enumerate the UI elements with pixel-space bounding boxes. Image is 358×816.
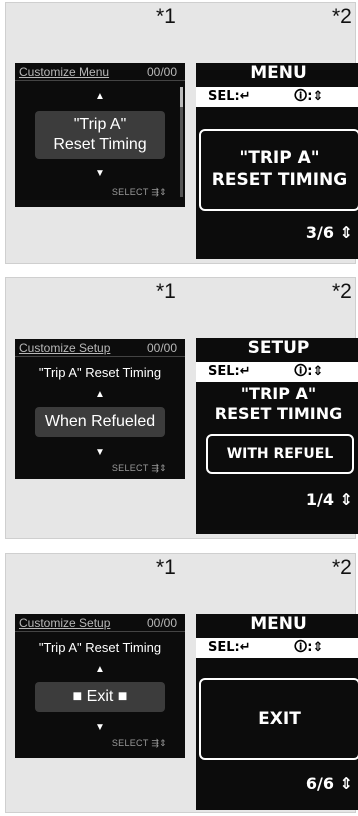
down-arrow-icon: ▼ bbox=[95, 168, 105, 179]
screen-1-header: Customize Setup 00/00 bbox=[15, 614, 185, 632]
screen-1: Customize Setup 00/00 "Trip A" Reset Tim… bbox=[15, 614, 185, 758]
sel-label: SEL:↵ bbox=[208, 89, 251, 104]
sel-label: SEL:↵ bbox=[208, 364, 251, 379]
select-dial-icon: ⇶⇕ bbox=[151, 738, 167, 748]
header-title: Customize Menu bbox=[19, 65, 110, 79]
select-dial-icon: ⇶⇕ bbox=[151, 187, 167, 197]
setting-subtitle: "Trip A" Reset Timing bbox=[38, 640, 162, 655]
sel-bar: SEL:↵ 🛈:⇕ bbox=[196, 638, 358, 658]
up-arrow-icon: ▲ bbox=[95, 389, 105, 400]
screen-2: MENU SEL:↵ 🛈:⇕ EXIT 6/6 ⇕ bbox=[196, 614, 358, 810]
select-hint: SELECT ⇶⇕ bbox=[112, 463, 167, 474]
down-arrow-icon: ▼ bbox=[95, 722, 105, 733]
select-label: SELECT bbox=[111, 738, 149, 748]
marker-1: *1 bbox=[156, 5, 176, 28]
up-arrow-icon: ▲ bbox=[95, 91, 105, 102]
screen-2: MENU SEL:↵ 🛈:⇕ "TRIP A" RESET TIMING 3/6… bbox=[196, 63, 358, 259]
sel-label: SEL:↵ bbox=[208, 640, 251, 655]
sel-bar: SEL:↵ 🛈:⇕ bbox=[196, 87, 358, 107]
select-label: SELECT bbox=[111, 463, 149, 473]
scrollbar[interactable] bbox=[180, 87, 183, 197]
panel-3: *1 *2 Customize Setup 00/00 "Trip A" Res… bbox=[5, 553, 358, 813]
page-indicator: 1/4 ⇕ bbox=[305, 490, 353, 509]
header-count: 00/00 bbox=[146, 616, 177, 630]
screen-1-header: Customize Setup 00/00 bbox=[15, 339, 185, 357]
selected-item-box[interactable]: "TRIP A" RESET TIMING bbox=[199, 129, 358, 211]
setting-heading: "TRIP A" RESET TIMING bbox=[214, 384, 343, 423]
sel-bar: SEL:↵ 🛈:⇕ bbox=[196, 362, 358, 382]
screen-2-title: MENU bbox=[250, 614, 307, 634]
info-label: 🛈:⇕ bbox=[294, 89, 324, 104]
option-box[interactable]: When Refueled bbox=[35, 407, 165, 437]
select-hint: SELECT ⇶⇕ bbox=[112, 738, 167, 749]
select-hint: SELECT ⇶⇕ bbox=[112, 187, 167, 198]
page-indicator: 6/6 ⇕ bbox=[305, 774, 353, 793]
screen-2: SETUP SEL:↵ 🛈:⇕ "TRIP A" RESET TIMING WI… bbox=[196, 338, 358, 534]
marker-1: *1 bbox=[156, 556, 176, 579]
header-count: 00/00 bbox=[146, 341, 177, 355]
screen-1: Customize Menu 00/00 ▲ "Trip A" Reset Ti… bbox=[15, 63, 185, 207]
panel-2: *1 *2 Customize Setup 00/00 "Trip A" Res… bbox=[5, 277, 358, 539]
screen-1-header: Customize Menu 00/00 bbox=[15, 63, 185, 81]
marker-2: *2 bbox=[332, 556, 352, 579]
option-box[interactable]: ■ Exit ■ bbox=[35, 682, 165, 712]
screen-2-title: MENU bbox=[250, 63, 307, 83]
panel-1: *1 *2 Customize Menu 00/00 ▲ "Trip A" Re… bbox=[5, 2, 358, 264]
marker-2: *2 bbox=[332, 5, 352, 28]
header-title: Customize Setup bbox=[19, 341, 111, 355]
header-count: 00/00 bbox=[146, 65, 177, 79]
setting-subtitle: "Trip A" Reset Timing bbox=[38, 365, 162, 380]
select-label: SELECT bbox=[111, 187, 149, 197]
header-title: Customize Setup bbox=[19, 616, 111, 630]
scrollbar-thumb[interactable] bbox=[180, 87, 183, 107]
marker-1: *1 bbox=[156, 280, 176, 303]
info-label: 🛈:⇕ bbox=[294, 640, 324, 655]
marker-2: *2 bbox=[332, 280, 352, 303]
screen-1: Customize Setup 00/00 "Trip A" Reset Tim… bbox=[15, 339, 185, 479]
up-arrow-icon: ▲ bbox=[95, 664, 105, 675]
page-indicator: 3/6 ⇕ bbox=[305, 223, 353, 242]
down-arrow-icon: ▼ bbox=[95, 447, 105, 458]
selected-item-box[interactable]: EXIT bbox=[199, 678, 358, 760]
select-dial-icon: ⇶⇕ bbox=[151, 463, 167, 473]
selected-option-box[interactable]: WITH REFUEL bbox=[206, 434, 354, 474]
option-box[interactable]: "Trip A" Reset Timing bbox=[35, 111, 165, 159]
info-label: 🛈:⇕ bbox=[294, 364, 324, 379]
screen-2-title: SETUP bbox=[247, 338, 310, 358]
